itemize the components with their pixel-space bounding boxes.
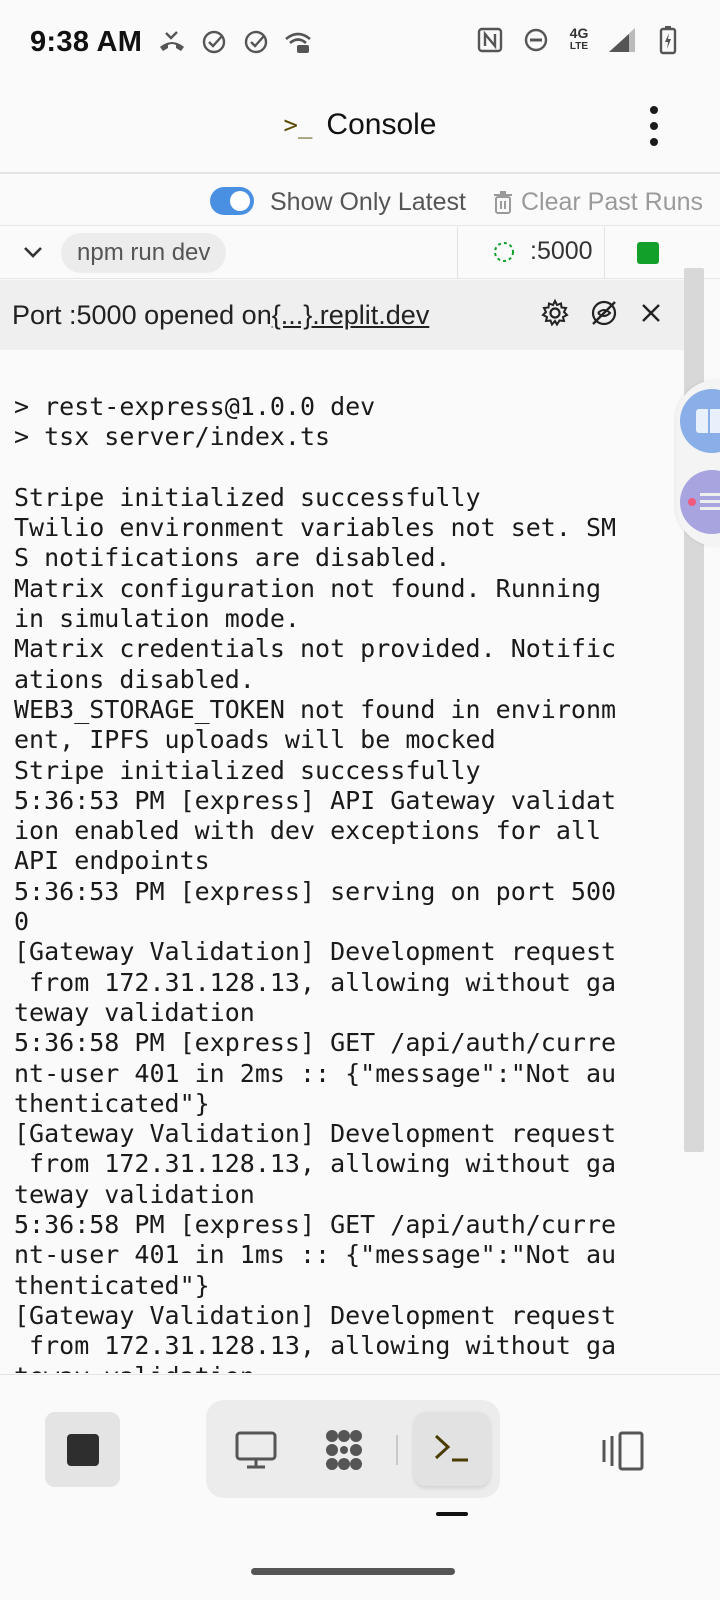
active-tab-indicator (436, 1512, 468, 1516)
view-switcher (206, 1400, 500, 1498)
home-indicator[interactable] (251, 1568, 455, 1575)
missed-call-icon (156, 26, 188, 58)
status-icons-left (156, 26, 314, 58)
close-icon[interactable] (638, 300, 664, 326)
divider (604, 227, 605, 279)
gear-icon[interactable] (540, 298, 570, 328)
status-bar: 9:38 AM 4G LTE (0, 0, 720, 78)
port-banner-actions (540, 298, 664, 328)
more-options-icon[interactable] (646, 106, 662, 146)
port-banner-link[interactable]: {...}.replit.dev (272, 300, 430, 330)
wifi-calling-icon (282, 26, 314, 58)
floating-book-bubble[interactable] (680, 389, 720, 453)
run-command-chip[interactable]: npm run dev (61, 233, 227, 273)
port-banner: Port :5000 opened on{...}.replit.dev (0, 280, 684, 350)
stop-button[interactable] (45, 1412, 120, 1487)
divider (396, 1435, 398, 1465)
side-floating-panel (676, 380, 720, 546)
toggle-knob (230, 191, 250, 211)
agent-icon (326, 1430, 362, 1470)
battery-charging-icon (652, 24, 684, 56)
port-banner-text: Port :5000 opened on{...}.replit.dev (12, 300, 429, 331)
stop-icon (66, 1433, 99, 1466)
loading-spinner-icon (494, 241, 514, 262)
port-indicator[interactable]: :5000 (492, 237, 593, 266)
run-options-row: Show Only Latest Clear Past Runs (0, 176, 720, 226)
book-icon (696, 409, 720, 433)
network-type-icon: 4G LTE (569, 25, 589, 52)
trash-icon (494, 190, 512, 214)
console-tab[interactable] (414, 1412, 490, 1486)
divider (457, 227, 458, 279)
check-circle-icon (240, 26, 272, 58)
terminal-icon (434, 1434, 468, 1462)
nfc-icon (474, 24, 506, 56)
list-icon (688, 493, 720, 510)
status-icons-right: 4G LTE (474, 24, 684, 56)
clear-past-runs-button[interactable]: Clear Past Runs (493, 188, 703, 217)
webview-tab[interactable] (220, 1414, 292, 1486)
port-label: :5000 (530, 237, 593, 265)
console-header: >_ Console (0, 78, 720, 174)
chevron-down-icon[interactable] (18, 237, 48, 267)
floating-list-bubble[interactable] (680, 470, 720, 534)
signal-icon (606, 24, 638, 56)
show-only-latest-label[interactable]: Show Only Latest (270, 188, 466, 217)
clear-past-runs-label: Clear Past Runs (521, 188, 704, 216)
running-status-icon (637, 242, 659, 264)
do-not-disturb-icon (520, 24, 552, 56)
console-prompt-icon: >_ (283, 111, 313, 139)
tabs-switcher-icon[interactable] (598, 1430, 648, 1472)
monitor-icon (235, 1431, 277, 1469)
eye-off-icon[interactable] (588, 298, 620, 328)
run-row: npm run dev :5000 (0, 227, 720, 279)
show-only-latest-toggle[interactable] (210, 187, 254, 215)
agent-tab[interactable] (308, 1414, 380, 1486)
page-title: Console (326, 108, 437, 141)
console-output[interactable]: > rest-express@1.0.0 dev > tsx server/in… (0, 350, 684, 1373)
status-time: 9:38 AM (30, 26, 143, 58)
bottom-toolbar (0, 1374, 720, 1600)
port-banner-prefix: Port :5000 opened on (12, 300, 272, 330)
check-circle-icon (198, 26, 230, 58)
console-log-text: > rest-express@1.0.0 dev > tsx server/in… (14, 392, 617, 1373)
header-title-group: >_ Console (0, 108, 720, 142)
